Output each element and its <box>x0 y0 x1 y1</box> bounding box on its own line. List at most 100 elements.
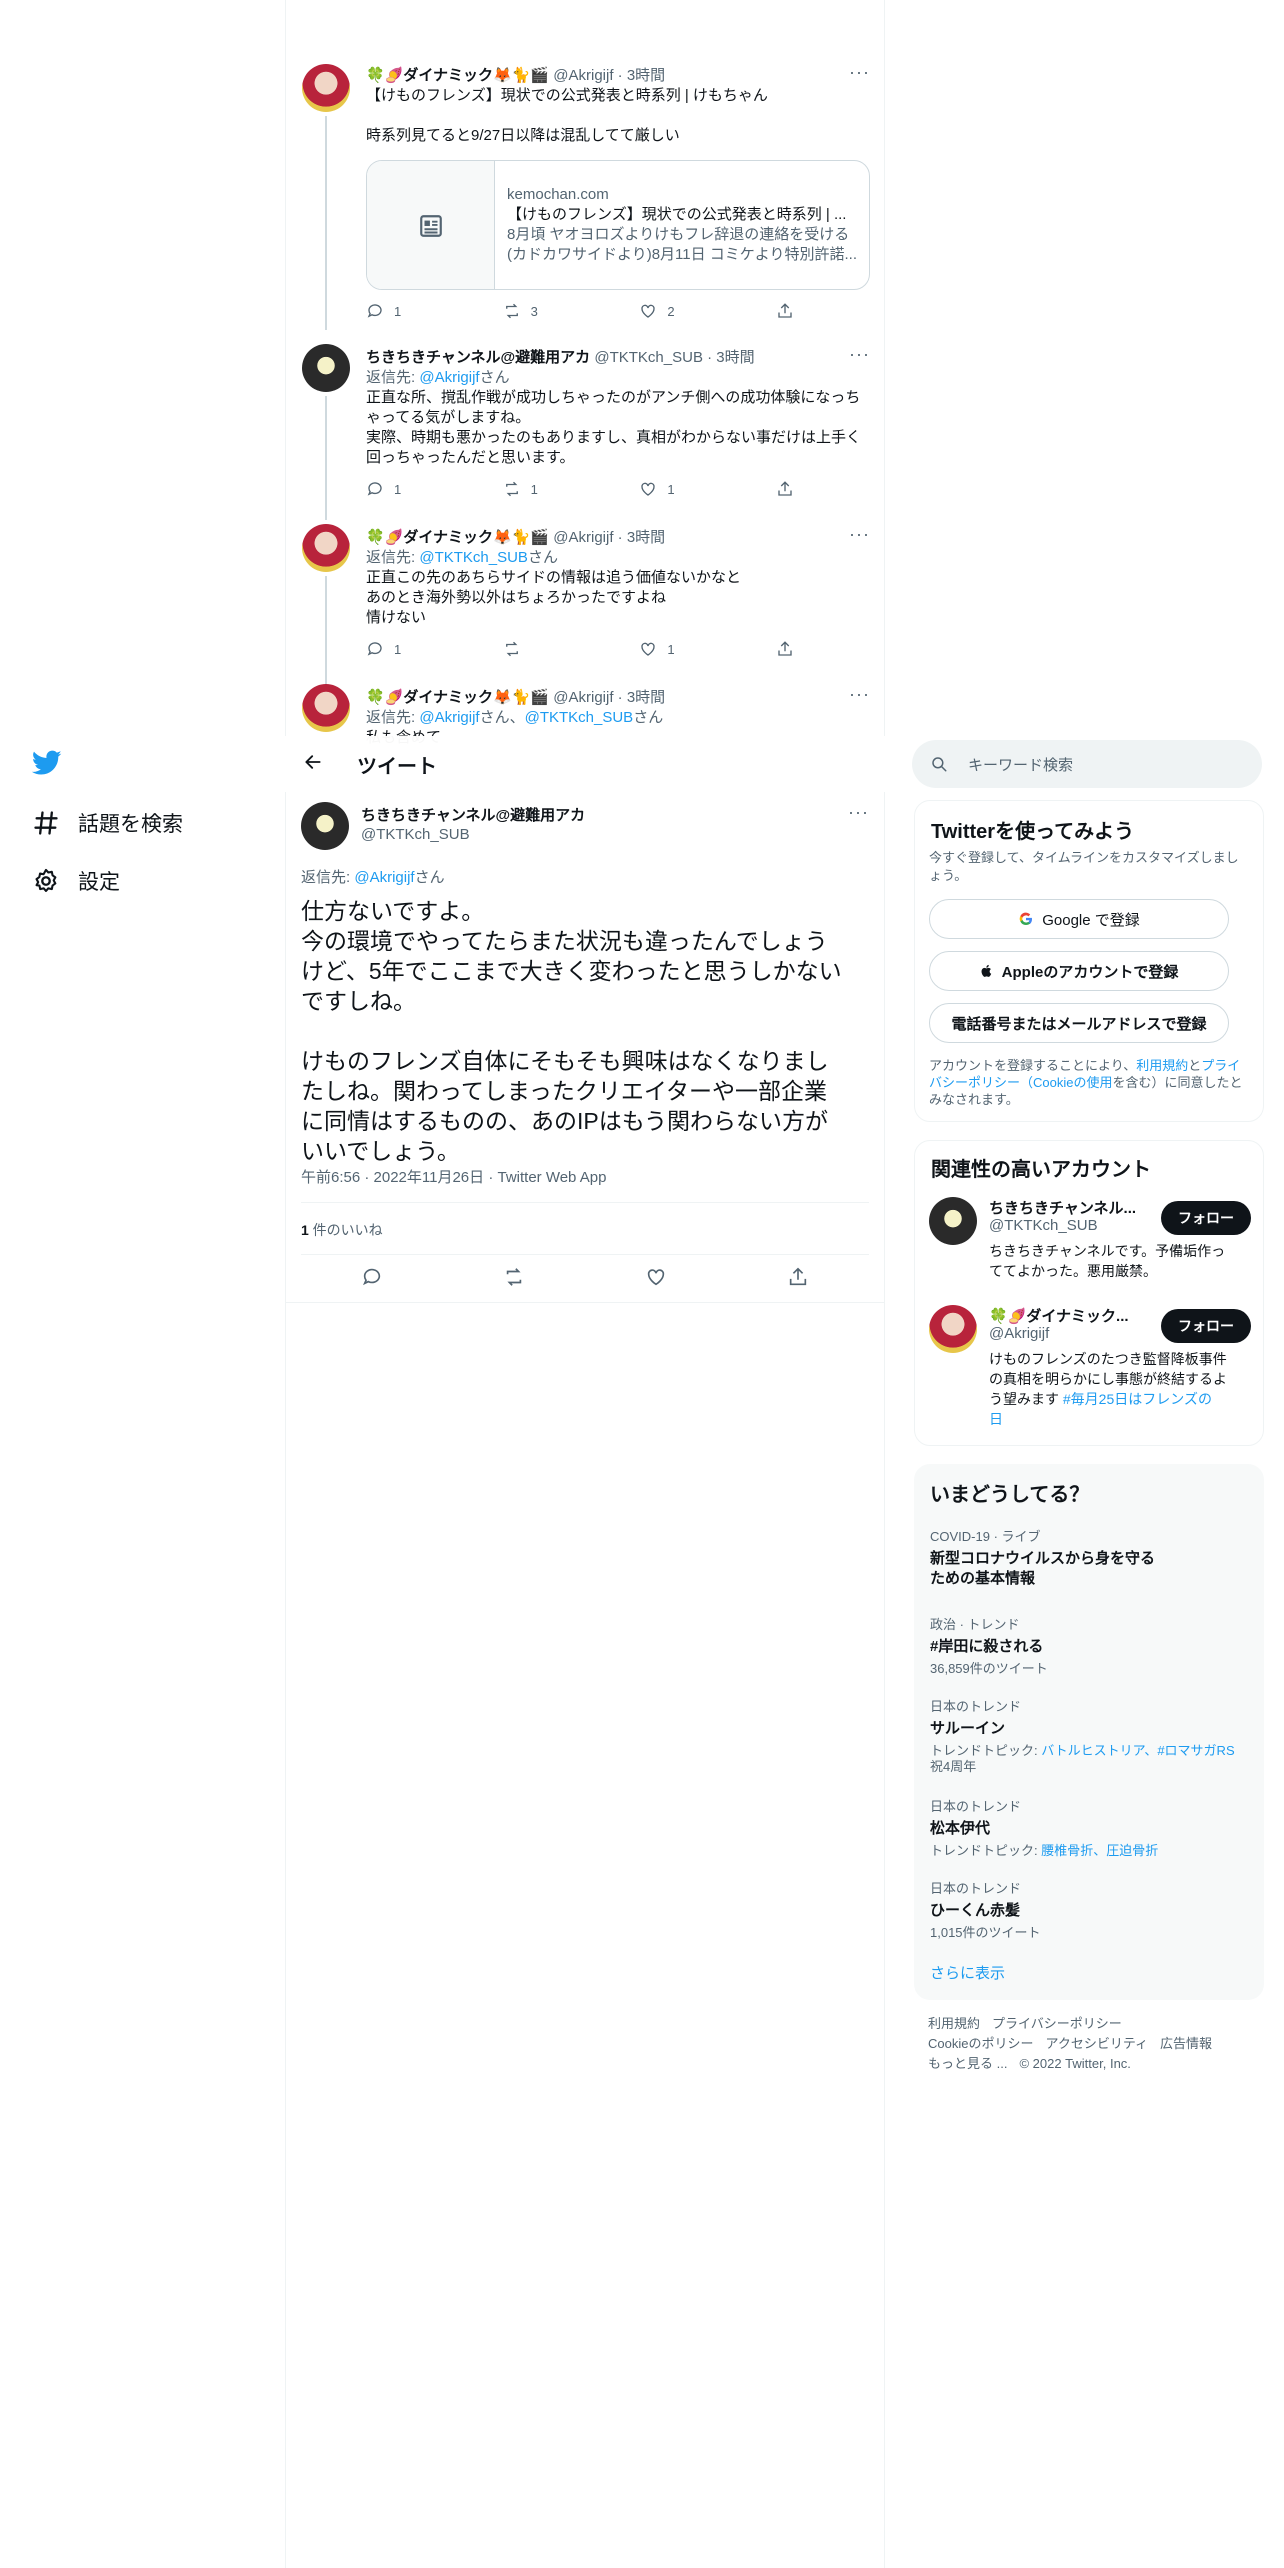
page-header: ツイート <box>285 736 885 792</box>
nav-explore[interactable]: 話題を検索 <box>32 808 183 838</box>
author-name[interactable]: 🍀🍠ダイナミック🦊🐈🎬 <box>366 67 549 84</box>
avatar[interactable] <box>302 344 350 392</box>
avatar[interactable] <box>929 1197 977 1245</box>
retweet-button[interactable]: 3 <box>503 302 593 320</box>
like-button[interactable]: 1 <box>639 480 729 498</box>
footer-accessibility[interactable]: アクセシビリティ <box>1045 2036 1148 2051</box>
more-icon[interactable]: ··· <box>849 524 870 545</box>
author-handle[interactable]: @Akrigijf <box>553 689 613 706</box>
reply-button[interactable]: 1 <box>366 480 456 498</box>
share-icon <box>778 641 792 656</box>
trend-item[interactable]: 日本のトレンド 松本伊代 トレンドトピック: 腰椎骨折、圧迫骨折 <box>930 1796 1250 1859</box>
tweet-time[interactable]: 3時間 <box>627 67 665 84</box>
tweet-time[interactable]: 3時間 <box>716 349 754 366</box>
more-icon[interactable]: ··· <box>849 344 870 365</box>
back-arrow-icon[interactable] <box>303 752 323 777</box>
mention-link[interactable]: @Akrigijf <box>419 369 479 386</box>
link-card[interactable]: kemochan.com 【けものフレンズ】現状での公式発表と時系列 | ...… <box>366 160 870 290</box>
signup-title: Twitterを使ってみよう <box>931 821 1135 843</box>
footer-more[interactable]: もっと見る ... <box>928 2056 1007 2071</box>
avatar[interactable] <box>302 684 350 732</box>
mention-link[interactable]: @Akrigijf <box>419 709 479 726</box>
like-button[interactable]: 1 <box>639 640 729 658</box>
left-nav: 話題を検索 設定 <box>0 0 285 2568</box>
nav-settings[interactable]: 設定 <box>32 866 120 896</box>
apple-signup-button[interactable]: Appleのアカウントで登録 <box>929 951 1229 991</box>
author-handle[interactable]: @TKTKch_SUB <box>594 349 703 366</box>
terms-link[interactable]: 利用規約 <box>1136 1058 1188 1073</box>
author-name[interactable]: ちきちきチャンネル@避難用アカ <box>366 349 590 366</box>
tweet-header: 🍀🍠ダイナミック🦊🐈🎬 @Akrigijf · 3時間 <box>366 529 666 546</box>
share-icon <box>778 303 792 318</box>
trend-item[interactable]: 政治 · トレンド #岸田に殺される 36,859件のツイート <box>930 1614 1250 1677</box>
like-button[interactable]: 2 <box>639 302 729 320</box>
more-icon[interactable]: ··· <box>848 802 869 823</box>
mention-link[interactable]: @Akrigijf <box>354 869 414 886</box>
reply-to: 返信先: @Akrigijfさん、@TKTKch_SUBさん <box>366 709 664 726</box>
heart-icon[interactable] <box>645 1266 667 1288</box>
trend-item[interactable]: 日本のトレンド ひーくん赤髪 1,015件のツイート <box>930 1878 1250 1941</box>
share-button[interactable] <box>776 640 796 658</box>
thread-tweet[interactable]: 🍀🍠ダイナミック🦊🐈🎬 @Akrigijf · 3時間 ··· 返信先: @TK… <box>302 524 870 686</box>
thread-tweet[interactable]: 🍀🍠ダイナミック🦊🐈🎬 @Akrigijf · 3時間 ··· 【けものフレンズ… <box>302 60 870 330</box>
google-icon <box>1019 912 1033 926</box>
author-handle[interactable]: @TKTKch_SUB <box>361 826 470 843</box>
show-more-link[interactable]: さらに表示 <box>930 1962 1005 1983</box>
reply-icon <box>367 642 382 656</box>
heart-icon <box>641 642 655 656</box>
trends-panel: いまどうしてる？ COVID-19 · ライブ 新型コロナウイルスから身を守る … <box>914 1464 1264 2000</box>
reply-button[interactable]: 1 <box>366 302 456 320</box>
share-icon[interactable] <box>787 1266 809 1288</box>
follow-button[interactable]: フォロー <box>1161 1201 1251 1235</box>
reply-icon[interactable] <box>361 1266 383 1288</box>
author-name[interactable]: 🍀🍠ダイナミック🦊🐈🎬 <box>366 689 549 706</box>
tweet-timestamp[interactable]: 午前6:56 · 2022年11月26日 · Twitter Web App <box>301 1166 606 1187</box>
nav-explore-label: 話題を検索 <box>78 813 183 836</box>
card-domain: kemochan.com <box>507 186 609 203</box>
tweet-time[interactable]: 3時間 <box>627 689 665 706</box>
thread-connector <box>325 576 327 686</box>
follow-button[interactable]: フォロー <box>1161 1309 1251 1343</box>
phone-email-signup-button[interactable]: 電話番号またはメールアドレスで登録 <box>929 1003 1229 1043</box>
footer-privacy[interactable]: プライバシーポリシー <box>992 2016 1122 2031</box>
share-button[interactable] <box>776 302 796 320</box>
more-icon[interactable]: ··· <box>849 62 870 83</box>
more-icon[interactable]: ··· <box>849 684 870 705</box>
avatar[interactable] <box>302 524 350 572</box>
share-button[interactable] <box>776 480 796 498</box>
related-title: 関連性の高いアカウント <box>931 1159 1151 1181</box>
trend-item[interactable]: 日本のトレンド サルーイン トレンドトピック: バトルヒストリア、#ロマサガRS… <box>930 1696 1250 1775</box>
avatar[interactable] <box>302 64 350 112</box>
tweet-time[interactable]: 3時間 <box>627 529 665 546</box>
author-handle[interactable]: @Akrigijf <box>553 529 613 546</box>
trend-item[interactable]: COVID-19 · ライブ 新型コロナウイルスから身を守る ための基本情報 <box>930 1526 1250 1589</box>
retweet-icon[interactable] <box>503 1266 525 1288</box>
account-bio: けものフレンズのたつき監督降板事件 の真相を明らかにし事態が終結するよ う望みま… <box>989 1351 1227 1427</box>
mention-link[interactable]: @TKTKch_SUB <box>419 549 528 566</box>
account-name: ちきちきチャンネル... <box>989 1200 1137 1217</box>
avatar[interactable] <box>301 802 349 850</box>
retweet-button[interactable] <box>503 640 593 658</box>
card-thumbnail <box>367 161 496 289</box>
account-item[interactable]: 🍀🍠ダイナミック... @Akrigijf フォロー けものフレンズのたつき監督… <box>915 1305 1265 1435</box>
thread-tweet[interactable]: ちきちきチャンネル@避難用アカ @TKTKch_SUB · 3時間 ··· 返信… <box>302 344 870 520</box>
avatar[interactable] <box>929 1305 977 1353</box>
likes-summary[interactable]: 1 件のいいね <box>301 1220 383 1240</box>
account-item[interactable]: ちきちきチャンネル... @TKTKch_SUB フォロー ちきちきチャンネルで… <box>915 1197 1265 1307</box>
footer-cookie[interactable]: Cookieのポリシー <box>928 2036 1033 2051</box>
author-handle[interactable]: @Akrigijf <box>553 67 613 84</box>
author-name[interactable]: 🍀🍠ダイナミック🦊🐈🎬 <box>366 529 549 546</box>
account-handle: @Akrigijf <box>989 1325 1050 1342</box>
google-signup-button[interactable]: Google で登録 <box>929 899 1229 939</box>
search-input[interactable]: キーワード検索 <box>912 740 1262 788</box>
retweet-button[interactable]: 1 <box>503 480 593 498</box>
twitter-logo-icon[interactable] <box>31 750 62 781</box>
author-name[interactable]: ちきちきチャンネル@避難用アカ <box>361 804 585 825</box>
thread-tweet[interactable]: 🍀🍠ダイナミック🦊🐈🎬 @Akrigijf · 3時間 ··· 返信先: @Ak… <box>302 684 870 744</box>
footer-terms[interactable]: 利用規約 <box>928 2016 980 2031</box>
mention-link[interactable]: @TKTKch_SUB <box>525 709 634 726</box>
tweet-actions: 1 1 <box>366 640 796 658</box>
hashtag-link[interactable]: #毎月25日はフレンズの <box>1063 1391 1212 1407</box>
reply-button[interactable]: 1 <box>366 640 456 658</box>
footer-ads[interactable]: 広告情報 <box>1160 2036 1212 2051</box>
